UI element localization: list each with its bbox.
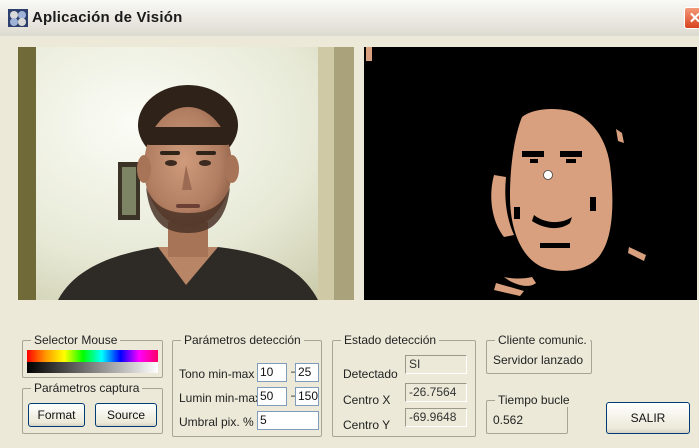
detectado-label: Detectado	[343, 367, 398, 381]
tiempo-bucle-value: 0.562	[493, 413, 524, 427]
tiempo-bucle-group: Tiempo bucle 0.562	[486, 393, 573, 434]
cliente-comunic-title: Cliente comunic.	[495, 333, 590, 347]
source-button[interactable]: Source	[95, 403, 157, 427]
detectado-value: SI	[405, 355, 467, 374]
salir-button[interactable]: SALIR	[606, 402, 690, 434]
camera-view	[18, 47, 354, 300]
parametros-captura-title: Parámetros captura	[31, 381, 143, 395]
format-button[interactable]: Format	[28, 403, 85, 427]
hue-spectrum-bar[interactable]	[27, 350, 158, 362]
luminance-gradient-bar[interactable]	[27, 362, 158, 373]
tono-min-input[interactable]: 10	[257, 363, 287, 382]
estado-deteccion-group: Estado detección Detectado SI Centro X -…	[332, 333, 476, 437]
color-spectrum-selector[interactable]	[27, 350, 158, 373]
tiempo-bucle-title: Tiempo bucle	[495, 393, 573, 407]
parametros-deteccion-title: Parámetros detección	[181, 333, 304, 347]
lumin-min-max-label: Lumin min-max	[179, 391, 262, 405]
estado-deteccion-title: Estado detección	[341, 333, 440, 347]
centro-y-label: Centro Y	[343, 418, 391, 432]
lumin-min-input[interactable]: 50	[257, 387, 287, 406]
selector-mouse-group: Selector Mouse	[22, 333, 163, 378]
webcam-face-image	[18, 47, 354, 300]
servidor-status: Servidor lanzado	[493, 353, 584, 367]
title-bar[interactable]: Aplicación de Visión ✕	[0, 0, 699, 37]
umbral-pix-input[interactable]: 5	[257, 411, 319, 430]
segmentation-view	[364, 47, 697, 300]
centro-x-label: Centro X	[343, 393, 391, 407]
close-button[interactable]: ✕	[684, 7, 699, 29]
selector-mouse-title: Selector Mouse	[31, 333, 121, 347]
close-icon: ✕	[688, 10, 699, 27]
lumin-max-input[interactable]: 150	[295, 387, 319, 406]
window-title: Aplicación de Visión	[32, 9, 183, 26]
centro-y-value: -69.9648	[405, 408, 467, 427]
cliente-comunic-group: Cliente comunic. Servidor lanzado	[486, 333, 592, 374]
skin-segmentation-mask	[364, 47, 697, 300]
umbral-pix-label: Umbral pix. %	[179, 415, 254, 429]
parametros-deteccion-group: Parámetros detección Tono min-max 10 – 2…	[172, 333, 322, 437]
app-icon	[8, 9, 28, 27]
centro-x-value: -26.7564	[405, 383, 467, 402]
application-window: Aplicación de Visión ✕ Selector Mouse Pa…	[0, 0, 699, 448]
tono-min-max-label: Tono min-max	[179, 367, 255, 381]
parametros-captura-group: Parámetros captura Format Source	[22, 381, 163, 434]
tono-max-input[interactable]: 25	[295, 363, 319, 382]
